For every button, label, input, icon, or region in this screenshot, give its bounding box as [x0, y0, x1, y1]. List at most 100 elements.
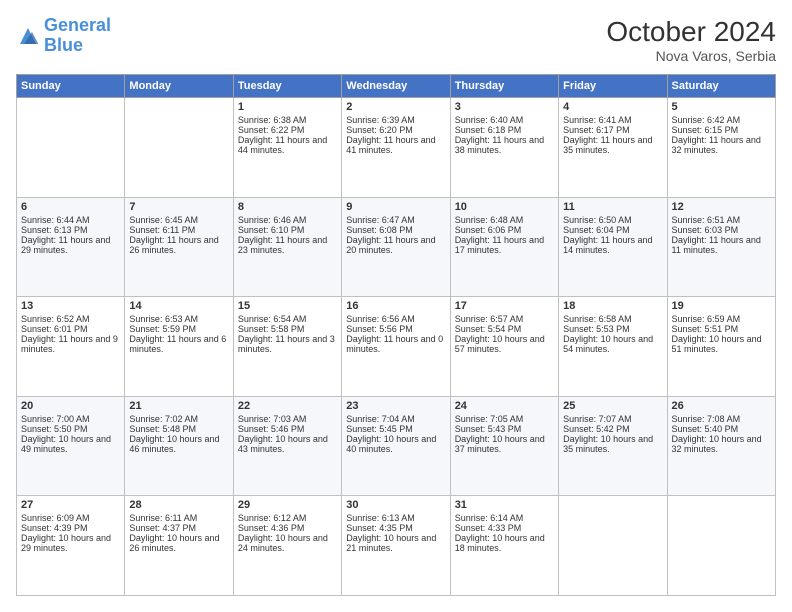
daylight-text: Daylight: 10 hours and 51 minutes.	[672, 334, 762, 354]
calendar-cell	[559, 496, 667, 596]
sunrise-text: Sunrise: 6:45 AM	[129, 215, 198, 225]
daylight-text: Daylight: 11 hours and 35 minutes.	[563, 135, 652, 155]
day-number: 6	[21, 201, 120, 213]
calendar-cell	[17, 98, 125, 198]
sunset-text: Sunset: 6:13 PM	[21, 225, 88, 235]
day-number: 7	[129, 201, 228, 213]
daylight-text: Daylight: 10 hours and 29 minutes.	[21, 533, 111, 553]
sunrise-text: Sunrise: 6:38 AM	[238, 115, 307, 125]
daylight-text: Daylight: 11 hours and 29 minutes.	[21, 235, 110, 255]
page: General Blue October 2024 Nova Varos, Se…	[0, 0, 792, 612]
calendar-cell: 10 Sunrise: 6:48 AM Sunset: 6:06 PM Dayl…	[450, 197, 558, 297]
day-number: 29	[238, 499, 337, 511]
sunrise-text: Sunrise: 6:11 AM	[129, 513, 197, 523]
calendar-cell: 9 Sunrise: 6:47 AM Sunset: 6:08 PM Dayli…	[342, 197, 450, 297]
calendar-cell: 22 Sunrise: 7:03 AM Sunset: 5:46 PM Dayl…	[233, 396, 341, 496]
sunset-text: Sunset: 5:54 PM	[455, 324, 522, 334]
day-number: 17	[455, 300, 554, 312]
sunset-text: Sunset: 6:06 PM	[455, 225, 522, 235]
daylight-text: Daylight: 10 hours and 54 minutes.	[563, 334, 653, 354]
calendar-cell: 4 Sunrise: 6:41 AM Sunset: 6:17 PM Dayli…	[559, 98, 667, 198]
col-thursday: Thursday	[450, 75, 558, 98]
sunset-text: Sunset: 4:37 PM	[129, 523, 196, 533]
sunset-text: Sunset: 5:53 PM	[563, 324, 630, 334]
calendar-cell	[125, 98, 233, 198]
daylight-text: Daylight: 10 hours and 35 minutes.	[563, 434, 653, 454]
sunset-text: Sunset: 5:48 PM	[129, 424, 196, 434]
sunrise-text: Sunrise: 7:07 AM	[563, 414, 632, 424]
day-number: 18	[563, 300, 662, 312]
day-number: 2	[346, 101, 445, 113]
day-number: 24	[455, 400, 554, 412]
calendar-cell: 6 Sunrise: 6:44 AM Sunset: 6:13 PM Dayli…	[17, 197, 125, 297]
sunrise-text: Sunrise: 6:54 AM	[238, 314, 307, 324]
calendar-cell: 2 Sunrise: 6:39 AM Sunset: 6:20 PM Dayli…	[342, 98, 450, 198]
daylight-text: Daylight: 10 hours and 32 minutes.	[672, 434, 762, 454]
sunset-text: Sunset: 6:08 PM	[346, 225, 413, 235]
day-number: 28	[129, 499, 228, 511]
calendar-cell: 29 Sunrise: 6:12 AM Sunset: 4:36 PM Dayl…	[233, 496, 341, 596]
day-number: 12	[672, 201, 771, 213]
daylight-text: Daylight: 11 hours and 20 minutes.	[346, 235, 435, 255]
sunrise-text: Sunrise: 6:51 AM	[672, 215, 741, 225]
header: General Blue October 2024 Nova Varos, Se…	[16, 16, 776, 64]
sunset-text: Sunset: 6:15 PM	[672, 125, 739, 135]
daylight-text: Daylight: 11 hours and 0 minutes.	[346, 334, 443, 354]
sunrise-text: Sunrise: 6:57 AM	[455, 314, 524, 324]
day-number: 5	[672, 101, 771, 113]
calendar-cell: 13 Sunrise: 6:52 AM Sunset: 6:01 PM Dayl…	[17, 297, 125, 397]
sunrise-text: Sunrise: 6:47 AM	[346, 215, 415, 225]
day-number: 11	[563, 201, 662, 213]
sunset-text: Sunset: 4:33 PM	[455, 523, 522, 533]
logo-text: General Blue	[44, 16, 111, 56]
daylight-text: Daylight: 11 hours and 26 minutes.	[129, 235, 218, 255]
sunrise-text: Sunrise: 6:48 AM	[455, 215, 524, 225]
logo-blue: Blue	[44, 35, 83, 55]
calendar-cell: 20 Sunrise: 7:00 AM Sunset: 5:50 PM Dayl…	[17, 396, 125, 496]
calendar-cell: 27 Sunrise: 6:09 AM Sunset: 4:39 PM Dayl…	[17, 496, 125, 596]
daylight-text: Daylight: 11 hours and 3 minutes.	[238, 334, 335, 354]
sunset-text: Sunset: 4:39 PM	[21, 523, 88, 533]
calendar-week-row: 13 Sunrise: 6:52 AM Sunset: 6:01 PM Dayl…	[17, 297, 776, 397]
calendar-cell: 12 Sunrise: 6:51 AM Sunset: 6:03 PM Dayl…	[667, 197, 775, 297]
sunrise-text: Sunrise: 6:50 AM	[563, 215, 632, 225]
sunrise-text: Sunrise: 6:14 AM	[455, 513, 524, 523]
day-number: 26	[672, 400, 771, 412]
daylight-text: Daylight: 10 hours and 37 minutes.	[455, 434, 545, 454]
calendar-cell: 3 Sunrise: 6:40 AM Sunset: 6:18 PM Dayli…	[450, 98, 558, 198]
day-number: 19	[672, 300, 771, 312]
daylight-text: Daylight: 11 hours and 32 minutes.	[672, 135, 761, 155]
sunset-text: Sunset: 5:45 PM	[346, 424, 413, 434]
col-sunday: Sunday	[17, 75, 125, 98]
calendar-cell	[667, 496, 775, 596]
day-number: 16	[346, 300, 445, 312]
calendar-cell: 8 Sunrise: 6:46 AM Sunset: 6:10 PM Dayli…	[233, 197, 341, 297]
day-number: 3	[455, 101, 554, 113]
sunset-text: Sunset: 6:10 PM	[238, 225, 305, 235]
calendar-cell: 30 Sunrise: 6:13 AM Sunset: 4:35 PM Dayl…	[342, 496, 450, 596]
sunset-text: Sunset: 6:20 PM	[346, 125, 413, 135]
calendar-cell: 5 Sunrise: 6:42 AM Sunset: 6:15 PM Dayli…	[667, 98, 775, 198]
sunrise-text: Sunrise: 6:46 AM	[238, 215, 307, 225]
sunset-text: Sunset: 6:04 PM	[563, 225, 630, 235]
sunset-text: Sunset: 5:42 PM	[563, 424, 630, 434]
sunrise-text: Sunrise: 6:52 AM	[21, 314, 90, 324]
sunset-text: Sunset: 6:03 PM	[672, 225, 739, 235]
daylight-text: Daylight: 11 hours and 23 minutes.	[238, 235, 327, 255]
daylight-text: Daylight: 10 hours and 21 minutes.	[346, 533, 436, 553]
sunrise-text: Sunrise: 6:58 AM	[563, 314, 632, 324]
col-friday: Friday	[559, 75, 667, 98]
calendar-cell: 16 Sunrise: 6:56 AM Sunset: 5:56 PM Dayl…	[342, 297, 450, 397]
calendar-cell: 21 Sunrise: 7:02 AM Sunset: 5:48 PM Dayl…	[125, 396, 233, 496]
day-number: 14	[129, 300, 228, 312]
sunset-text: Sunset: 5:59 PM	[129, 324, 196, 334]
sunrise-text: Sunrise: 7:08 AM	[672, 414, 741, 424]
sunrise-text: Sunrise: 6:41 AM	[563, 115, 632, 125]
daylight-text: Daylight: 11 hours and 17 minutes.	[455, 235, 544, 255]
daylight-text: Daylight: 10 hours and 46 minutes.	[129, 434, 219, 454]
calendar-table: Sunday Monday Tuesday Wednesday Thursday…	[16, 74, 776, 596]
daylight-text: Daylight: 11 hours and 9 minutes.	[21, 334, 118, 354]
title-block: October 2024 Nova Varos, Serbia	[606, 16, 776, 64]
daylight-text: Daylight: 10 hours and 40 minutes.	[346, 434, 436, 454]
daylight-text: Daylight: 11 hours and 14 minutes.	[563, 235, 652, 255]
